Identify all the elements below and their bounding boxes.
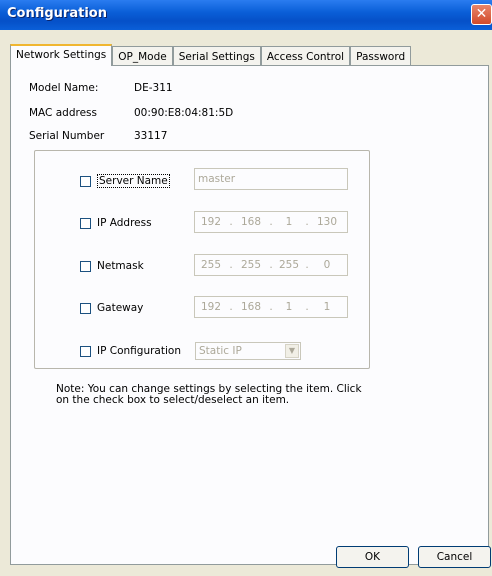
ip-address-row: IP Address	[80, 217, 152, 229]
ip-dot: .	[229, 216, 233, 228]
ip-octet: 255	[240, 259, 262, 271]
netmask-checkbox[interactable]	[80, 260, 91, 272]
tab-access-control[interactable]: Access Control	[260, 46, 351, 66]
ip-address-label: IP Address	[97, 217, 152, 229]
tab-network-settings[interactable]: Network Settings	[10, 44, 113, 66]
ip-configuration-label: IP Configuration	[97, 345, 181, 357]
ip-configuration-value: Static IP	[199, 345, 242, 357]
mac-address-value: 00:90:E8:04:81:5D	[134, 107, 234, 119]
ip-octet: 168	[240, 301, 262, 313]
serial-number-label: Serial Number	[29, 130, 105, 142]
ip-dot: .	[269, 301, 273, 313]
ip-octet: 1	[285, 301, 293, 313]
tab-serial-settings[interactable]: Serial Settings	[172, 46, 261, 66]
netmask-input[interactable]: 255 . 255 . 255 . 0	[194, 254, 348, 276]
window-title: Configuration	[7, 6, 107, 21]
model-name-value: DE-311	[134, 82, 173, 94]
netmask-row: Netmask	[80, 260, 144, 272]
gateway-checkbox[interactable]	[80, 302, 91, 314]
ip-configuration-checkbox[interactable]	[80, 345, 91, 357]
cancel-button[interactable]: Cancel	[418, 546, 491, 568]
gateway-label: Gateway	[97, 302, 144, 314]
ip-configuration-select[interactable]: Static IP ▼	[195, 342, 301, 360]
ip-octet: 168	[240, 216, 262, 228]
server-name-label: Server Name	[97, 174, 170, 188]
server-name-input[interactable]: master	[194, 168, 348, 190]
serial-number-value: 33117	[134, 130, 168, 142]
gateway-row: Gateway	[80, 302, 143, 314]
ip-configuration-row: IP Configuration	[80, 345, 181, 357]
chevron-down-icon[interactable]: ▼	[285, 344, 299, 358]
ip-octet: 255	[278, 259, 300, 271]
ip-dot: .	[305, 301, 309, 313]
ip-octet: 130	[316, 216, 338, 228]
ok-button[interactable]: OK	[336, 546, 409, 568]
ip-octet: 255	[200, 259, 222, 271]
ip-address-input[interactable]: 192 . 168 . 1 . 130	[194, 211, 348, 233]
close-icon[interactable]: ✕	[471, 4, 492, 25]
ip-dot: .	[269, 259, 273, 271]
tab-bar: Network Settings OP_Mode Serial Settings…	[10, 44, 412, 66]
ip-address-checkbox[interactable]	[80, 217, 91, 229]
ip-dot: .	[269, 216, 273, 228]
title-bar: Configuration ✕	[0, 0, 492, 30]
ip-dot: .	[229, 301, 233, 313]
server-name-checkbox[interactable]	[80, 175, 91, 187]
ip-dot: .	[305, 259, 309, 271]
ip-octet: 1	[285, 216, 293, 228]
ip-dot: .	[305, 216, 309, 228]
gateway-input[interactable]: 192 . 168 . 1 . 1	[194, 296, 348, 318]
tab-password[interactable]: Password	[350, 46, 412, 66]
ip-octet: 192	[200, 216, 222, 228]
mac-address-label: MAC address	[29, 107, 97, 119]
ip-octet: 192	[200, 301, 222, 313]
model-name-label: Model Name:	[29, 82, 99, 94]
netmask-label: Netmask	[97, 260, 144, 272]
ip-octet: 0	[323, 259, 331, 271]
ip-dot: .	[229, 259, 233, 271]
tab-op-mode[interactable]: OP_Mode	[112, 46, 173, 66]
server-name-row: Server Name	[80, 174, 170, 188]
help-note: Note: You can change settings by selecti…	[56, 383, 362, 406]
ip-octet: 1	[323, 301, 331, 313]
